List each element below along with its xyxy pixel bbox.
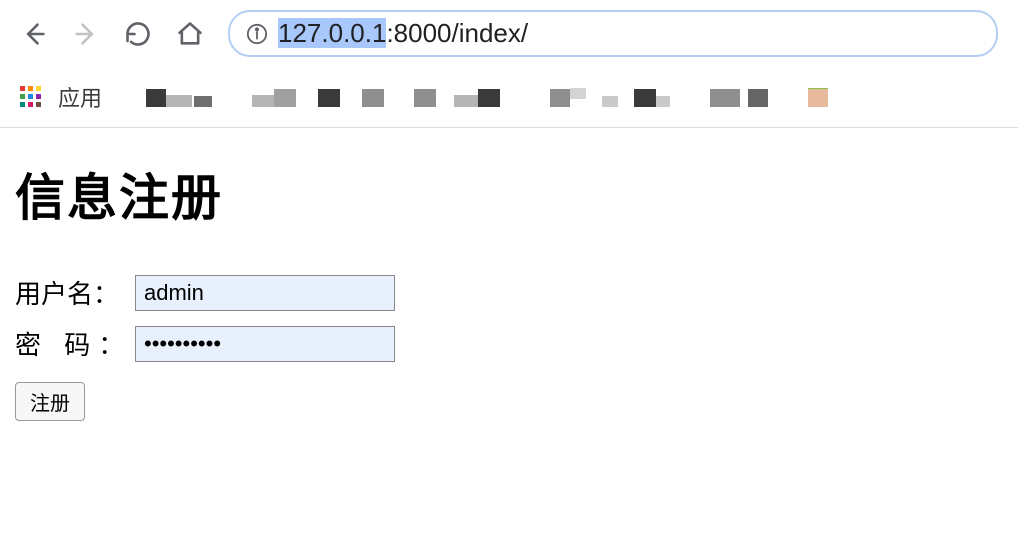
url-text[interactable]: 127.0.0.1:8000/index/ — [278, 18, 528, 49]
browser-toolbar: 127.0.0.1:8000/index/ — [0, 0, 1018, 69]
password-label: 密 码： — [15, 325, 135, 362]
bookmark-item[interactable] — [602, 96, 618, 107]
bookmark-item[interactable] — [252, 95, 274, 107]
submit-button[interactable]: 注册 — [15, 382, 85, 421]
bookmark-item[interactable] — [656, 96, 670, 107]
bookmark-item[interactable] — [362, 89, 384, 107]
bookmarks-bar: 应用 — [0, 69, 1018, 128]
username-label: 用户名： — [15, 274, 135, 311]
page-title: 信息注册 — [15, 158, 1003, 230]
apps-label[interactable]: 应用 — [58, 81, 102, 113]
bookmark-item[interactable] — [550, 89, 570, 107]
password-input[interactable] — [135, 326, 395, 362]
url-host-selected: 127.0.0.1 — [278, 18, 386, 48]
url-path: :8000/index/ — [386, 18, 528, 48]
address-bar[interactable]: 127.0.0.1:8000/index/ — [228, 10, 998, 57]
back-icon[interactable] — [20, 20, 48, 48]
bookmark-item[interactable] — [570, 88, 586, 99]
bookmark-item[interactable] — [414, 89, 436, 107]
bookmark-item[interactable] — [710, 89, 740, 107]
site-info-icon[interactable] — [246, 23, 268, 45]
bookmark-item[interactable] — [634, 89, 656, 107]
bookmark-item[interactable] — [194, 96, 212, 107]
home-icon[interactable] — [176, 20, 204, 48]
username-row: 用户名： — [15, 274, 1003, 311]
reload-icon[interactable] — [124, 20, 152, 48]
bookmark-favicons — [136, 88, 998, 107]
bookmark-item[interactable] — [478, 89, 500, 107]
password-row: 密 码： — [15, 325, 1003, 362]
bookmark-item[interactable] — [808, 89, 828, 107]
bookmark-item[interactable] — [454, 95, 478, 107]
bookmark-item[interactable] — [146, 89, 166, 107]
bookmark-item[interactable] — [274, 89, 296, 107]
bookmark-item[interactable] — [166, 95, 192, 107]
username-input[interactable] — [135, 275, 395, 311]
page-content: 信息注册 用户名： 密 码： 注册 — [0, 128, 1018, 421]
bookmark-item[interactable] — [318, 89, 340, 107]
forward-icon[interactable] — [72, 20, 100, 48]
bookmark-item[interactable] — [748, 89, 768, 107]
apps-icon[interactable] — [20, 86, 42, 108]
